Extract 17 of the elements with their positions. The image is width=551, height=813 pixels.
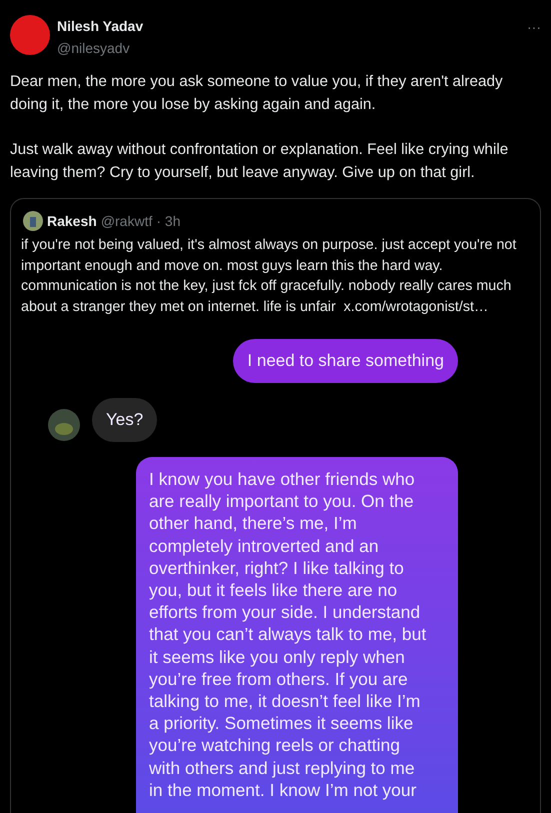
quoted-text: if you're not being valued, it's almost always on purpose. just accept you're not important enough and move on. most guys learn this the hard way. communication is not the key, just fck off gracefully. nobody really cares much about a stranger they met on internet. life is unfair x.com/wrotagonist/st… (21, 236, 518, 316)
avatar (23, 211, 43, 231)
quoted-post[interactable] (10, 198, 541, 813)
post-text: Just walk away without confrontation or explanation. Feel like crying while leaving them? Cry to yourself, but leave anyway. Give up on that girl. (10, 140, 510, 183)
quoted-author-handle: @rakwtf (100, 213, 152, 229)
post-time: · 3h (156, 213, 180, 229)
post-text: Dear men, the more you ask someone to value you, if they aren't already doing it, the more you lose by asking again and again. (10, 72, 504, 115)
author-name[interactable]: Nilesh Yadav (57, 18, 520, 34)
avatar (48, 409, 80, 441)
quoted-author-name: Rakesh (47, 213, 97, 229)
more-button[interactable]: ··· (527, 19, 541, 35)
author-handle[interactable]: @nilesyadv (57, 40, 520, 56)
message-bubble: I need to share something (233, 339, 458, 383)
message-bubble: Yes? (92, 398, 158, 442)
link[interactable]: x.com/wrotagonist/st… (344, 298, 488, 314)
message-bubble: I know you have other friends who are really important to you. On the other hand, there’s me, I’m completely introverted and an overthinker, right? I like talking to you, but it feels like there are no efforts from your side. I understand that you can’t always talk to me, but it seems like you only reply when you’re free from others. If you are talking to me, it doesn’t feel like I’m a priority. Sometimes it seems like you’re watching reels or chatting with others and just replying to me in the moment. I know I’m not your (136, 457, 458, 813)
avatar[interactable] (10, 15, 50, 55)
